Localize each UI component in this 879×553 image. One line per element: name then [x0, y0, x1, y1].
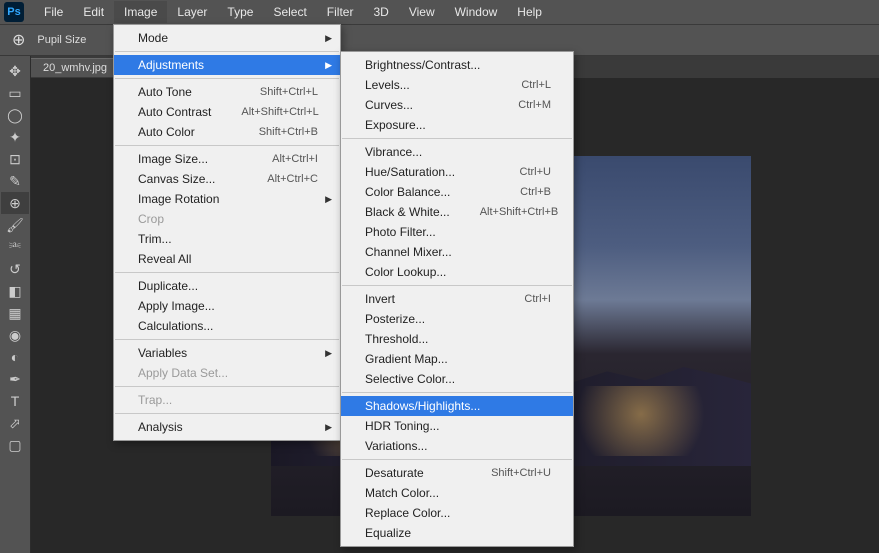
menu-variables[interactable]: Variables▶ [114, 343, 340, 363]
crop-tool-icon[interactable]: ⊡ [1, 148, 29, 170]
brush-tool-icon[interactable]: 🖌 [1, 214, 29, 236]
menu-shadows-highlights[interactable]: Shadows/Highlights... [341, 396, 573, 416]
menu-window[interactable]: Window [445, 1, 508, 23]
chevron-right-icon: ▶ [325, 348, 332, 359]
chevron-right-icon: ▶ [325, 60, 332, 71]
menu-image-size[interactable]: Image Size...Alt+Ctrl+I [114, 149, 340, 169]
pen-tool-icon[interactable]: ✒ [1, 368, 29, 390]
menu-levels[interactable]: Levels...Ctrl+L [341, 75, 573, 95]
menu-exposure[interactable]: Exposure... [341, 115, 573, 135]
menu-filter[interactable]: Filter [317, 1, 364, 23]
menu-invert[interactable]: InvertCtrl+I [341, 289, 573, 309]
chevron-right-icon: ▶ [325, 194, 332, 205]
menu-match-color[interactable]: Match Color... [341, 483, 573, 503]
menu-help[interactable]: Help [507, 1, 552, 23]
menu-gradient-map[interactable]: Gradient Map... [341, 349, 573, 369]
dodge-tool-icon[interactable]: ◐ [1, 346, 29, 368]
menu-file[interactable]: File [34, 1, 73, 23]
menu-calculations[interactable]: Calculations... [114, 316, 340, 336]
menu-apply-data-set: Apply Data Set... [114, 363, 340, 383]
gradient-tool-icon[interactable]: ▦ [1, 302, 29, 324]
history-brush-icon[interactable]: ↺ [1, 258, 29, 280]
menu-adjustments[interactable]: Adjustments▶ [114, 55, 340, 75]
menu-duplicate[interactable]: Duplicate... [114, 276, 340, 296]
menu-image-rotation[interactable]: Image Rotation▶ [114, 189, 340, 209]
menu-vibrance[interactable]: Vibrance... [341, 142, 573, 162]
chevron-right-icon: ▶ [325, 33, 332, 44]
wand-tool-icon[interactable]: ✦ [1, 126, 29, 148]
menu-crop: Crop [114, 209, 340, 229]
menu-color-lookup[interactable]: Color Lookup... [341, 262, 573, 282]
blur-tool-icon[interactable]: ◉ [1, 324, 29, 346]
menu-trap: Trap... [114, 390, 340, 410]
menu-replace-color[interactable]: Replace Color... [341, 503, 573, 523]
menu-edit[interactable]: Edit [73, 1, 114, 23]
menu-auto-color[interactable]: Auto ColorShift+Ctrl+B [114, 122, 340, 142]
path-tool-icon[interactable]: ⬀ [1, 412, 29, 434]
menu-brightness-contrast[interactable]: Brightness/Contrast... [341, 55, 573, 75]
menubar: Ps File Edit Image Layer Type Select Fil… [0, 0, 879, 24]
image-dropdown: Mode▶ Adjustments▶ Auto ToneShift+Ctrl+L… [113, 24, 341, 441]
menu-apply-image[interactable]: Apply Image... [114, 296, 340, 316]
menu-threshold[interactable]: Threshold... [341, 329, 573, 349]
move-tool-icon[interactable]: ✥ [1, 60, 29, 82]
menu-type[interactable]: Type [217, 1, 263, 23]
shape-tool-icon[interactable]: ▢ [1, 434, 29, 456]
menu-auto-tone[interactable]: Auto ToneShift+Ctrl+L [114, 82, 340, 102]
menu-variations[interactable]: Variations... [341, 436, 573, 456]
pupil-size-label: Pupil Size [37, 34, 86, 46]
menu-canvas-size[interactable]: Canvas Size...Alt+Ctrl+C [114, 169, 340, 189]
menu-mode[interactable]: Mode▶ [114, 28, 340, 48]
menu-analysis[interactable]: Analysis▶ [114, 417, 340, 437]
type-tool-icon[interactable]: T [1, 390, 29, 412]
menu-image[interactable]: Image [114, 1, 167, 23]
menu-black-white[interactable]: Black & White...Alt+Shift+Ctrl+B [341, 202, 573, 222]
menu-layer[interactable]: Layer [167, 1, 217, 23]
menu-equalize[interactable]: Equalize [341, 523, 573, 543]
menu-posterize[interactable]: Posterize... [341, 309, 573, 329]
ps-logo: Ps [4, 2, 24, 22]
redeye-tool-icon[interactable]: ⊕ [1, 192, 29, 214]
menu-3d[interactable]: 3D [363, 1, 398, 23]
menu-auto-contrast[interactable]: Auto ContrastAlt+Shift+Ctrl+L [114, 102, 340, 122]
adjustments-dropdown: Brightness/Contrast... Levels...Ctrl+L C… [340, 51, 574, 547]
menu-hue-saturation[interactable]: Hue/Saturation...Ctrl+U [341, 162, 573, 182]
menu-selective-color[interactable]: Selective Color... [341, 369, 573, 389]
document-tab-name: 20_wmhv.jpg [43, 62, 107, 74]
menu-view[interactable]: View [399, 1, 445, 23]
menu-color-balance[interactable]: Color Balance...Ctrl+B [341, 182, 573, 202]
tools-panel: ✥ ▭ ◯ ✦ ⊡ ✎ ⊕ 🖌 ⎃ ↺ ◧ ▦ ◉ ◐ ✒ T ⬀ ▢ [0, 56, 31, 553]
menu-curves[interactable]: Curves...Ctrl+M [341, 95, 573, 115]
lasso-tool-icon[interactable]: ◯ [1, 104, 29, 126]
redeye-tool-icon: ⊕ [12, 30, 25, 50]
menu-reveal-all[interactable]: Reveal All [114, 249, 340, 269]
eyedropper-tool-icon[interactable]: ✎ [1, 170, 29, 192]
eraser-tool-icon[interactable]: ◧ [1, 280, 29, 302]
stamp-tool-icon[interactable]: ⎃ [1, 236, 29, 258]
chevron-right-icon: ▶ [325, 422, 332, 433]
menu-channel-mixer[interactable]: Channel Mixer... [341, 242, 573, 262]
menu-hdr-toning[interactable]: HDR Toning... [341, 416, 573, 436]
marquee-tool-icon[interactable]: ▭ [1, 82, 29, 104]
menu-photo-filter[interactable]: Photo Filter... [341, 222, 573, 242]
menu-desaturate[interactable]: DesaturateShift+Ctrl+U [341, 463, 573, 483]
menu-select[interactable]: Select [263, 1, 316, 23]
menu-trim[interactable]: Trim... [114, 229, 340, 249]
